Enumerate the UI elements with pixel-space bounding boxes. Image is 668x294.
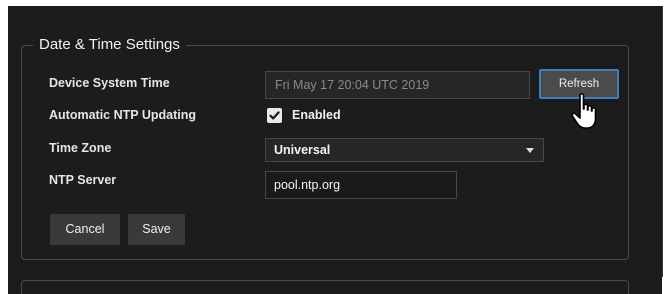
date-time-settings-screen: Date & Time Settings Device System Time …: [0, 0, 668, 294]
save-button[interactable]: Save: [128, 214, 185, 245]
time-zone-select[interactable]: Universal: [265, 138, 544, 162]
ntp-server-input[interactable]: pool.ntp.org: [265, 171, 457, 199]
next-section-fieldset: [21, 280, 629, 294]
time-zone-label: Time Zone: [49, 141, 112, 155]
ntp-enabled-label[interactable]: Enabled: [292, 107, 341, 123]
ntp-enabled-checkbox[interactable]: [267, 108, 282, 123]
hand-pointer-icon: [571, 93, 597, 129]
ntp-updating-label: Automatic NTP Updating: [49, 108, 196, 122]
ntp-server-label: NTP Server: [49, 173, 117, 187]
cancel-button[interactable]: Cancel: [50, 214, 120, 245]
device-system-time-field: Fri May 17 20:04 UTC 2019: [265, 71, 530, 99]
checkmark-icon: [269, 111, 280, 120]
device-system-time-label: Device System Time: [49, 76, 170, 90]
chevron-down-icon: [526, 148, 534, 153]
time-zone-selected-value: Universal: [274, 143, 331, 157]
section-title: Date & Time Settings: [33, 35, 186, 55]
